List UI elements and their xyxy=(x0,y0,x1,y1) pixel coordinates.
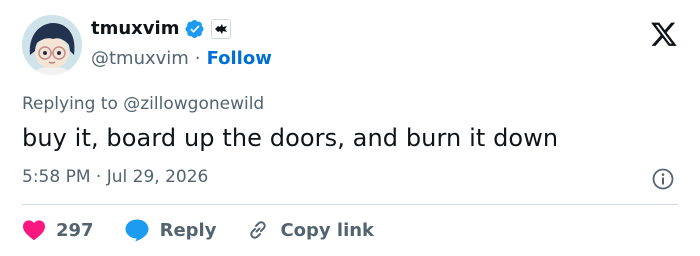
x-logo-icon[interactable] xyxy=(650,20,678,48)
name-row: tmuxvim xyxy=(91,18,232,39)
like-button[interactable]: 297 xyxy=(22,219,94,241)
avatar-illustration xyxy=(22,15,82,75)
copy-link-label: Copy link xyxy=(280,219,375,241)
tweet-card: tmuxvim @tmuxvim · Follow Replying to @z… xyxy=(0,0,700,256)
timestamp[interactable]: 5:58 PM · Jul 29, 2026 xyxy=(22,167,208,187)
heart-icon xyxy=(23,220,45,241)
handle-row: @tmuxvim · Follow xyxy=(91,48,272,69)
reply-label: Reply xyxy=(159,219,217,241)
display-name[interactable]: tmuxvim xyxy=(91,18,179,39)
replying-prefix: Replying to xyxy=(22,94,118,114)
handle[interactable]: @tmuxvim xyxy=(91,48,189,69)
divider xyxy=(22,204,678,205)
reply-button[interactable]: Reply xyxy=(124,218,217,242)
like-count: 297 xyxy=(56,219,94,241)
info-icon[interactable] xyxy=(651,167,675,191)
copy-link-button[interactable]: Copy link xyxy=(246,218,374,242)
verified-badge-icon xyxy=(185,19,205,39)
link-icon xyxy=(250,221,267,239)
replying-to: Replying to @zillowgonewild xyxy=(22,94,264,114)
separator: · xyxy=(194,48,201,69)
replying-to-handle[interactable]: @zillowgonewild xyxy=(123,94,264,114)
tweet-text: buy it, board up the doors, and burn it … xyxy=(22,124,559,152)
follow-button[interactable]: Follow xyxy=(207,48,272,69)
avatar[interactable] xyxy=(22,15,82,75)
action-bar: 297 Reply Copy link xyxy=(22,216,404,244)
reply-bubble-icon xyxy=(125,219,149,242)
affiliate-badge-icon[interactable] xyxy=(211,18,232,39)
